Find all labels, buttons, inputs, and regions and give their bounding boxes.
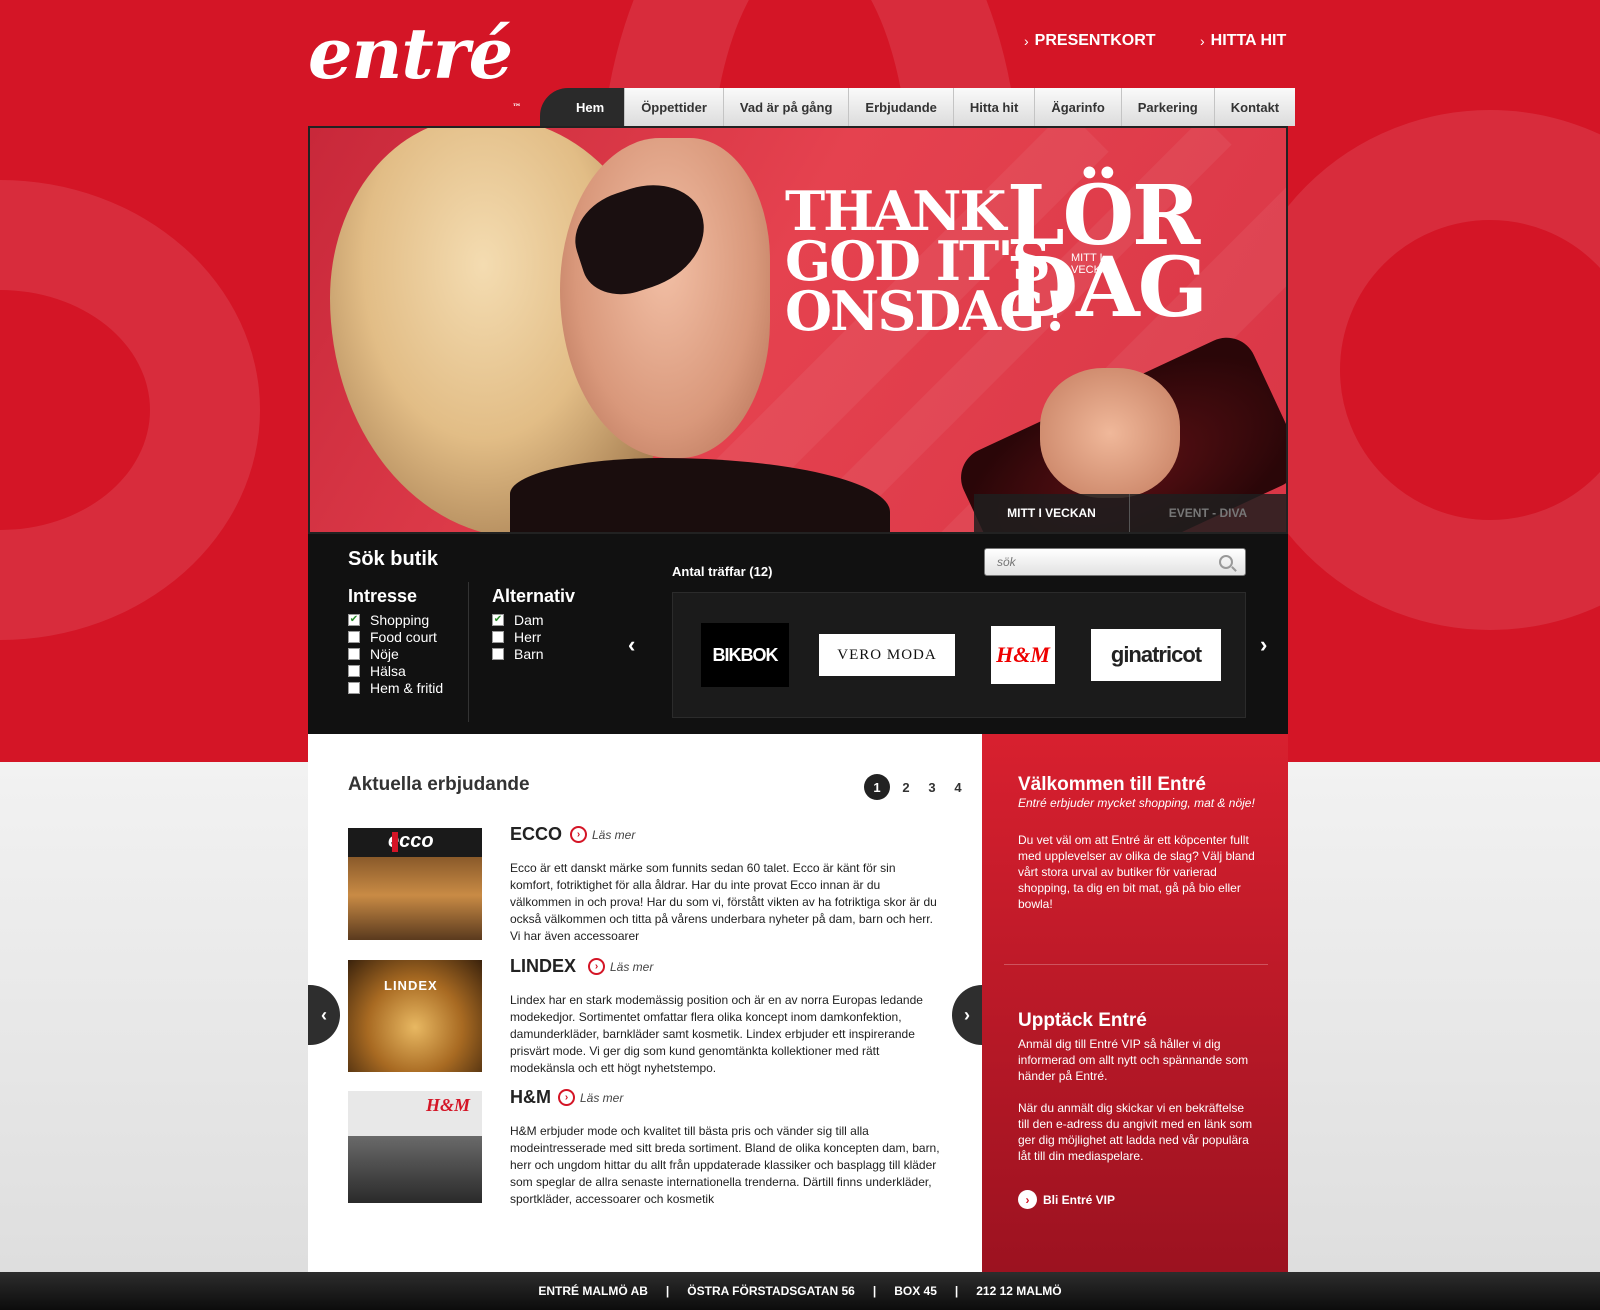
hero-banner[interactable]: THANK GOD IT'S ONSDAG! LÖR DAG MITT I VE…: [308, 126, 1288, 534]
nav-hem[interactable]: Hem: [540, 88, 626, 126]
filter-shopping[interactable]: ✔ Shopping: [348, 611, 443, 628]
filter-halsa[interactable]: Hälsa: [348, 662, 443, 679]
nav-oppettider[interactable]: Öppettider: [625, 88, 724, 126]
store-photo-ecco[interactable]: ecco: [348, 828, 482, 940]
checkbox-checked-icon[interactable]: ✔: [348, 613, 360, 626]
footer-company: ENTRÉ MALMÖ AB: [538, 1284, 648, 1298]
nav-agarinfo[interactable]: Ägarinfo: [1035, 88, 1122, 126]
brand-carousel: BIKBOK VERO MODA H&M ginatricot: [672, 592, 1246, 718]
hit-count: Antal träffar (12): [672, 564, 773, 579]
hero-tab-mitt-i-veckan[interactable]: MITT I VECKAN: [974, 494, 1130, 532]
footer-address: ÖSTRA FÖRSTADSGATAN 56: [687, 1284, 855, 1298]
offers-title: Aktuella erbjudande: [348, 774, 530, 795]
hero-tabs: MITT I VECKAN EVENT - DIVA: [974, 494, 1286, 532]
store-search-title: Sök butik: [348, 548, 439, 570]
discover-text: Anmäl dig till Entré VIP så håller vi di…: [1018, 1037, 1249, 1083]
filter-dam[interactable]: ✔ Dam: [492, 611, 575, 628]
offer-description: Lindex har en stark modemässig position …: [510, 993, 923, 1075]
filter-barn[interactable]: Barn: [492, 645, 575, 662]
discover-title: Upptäck Entré: [1018, 1010, 1147, 1031]
footer-box: BOX 45: [894, 1284, 937, 1298]
chevron-right-icon: ›: [1200, 33, 1205, 49]
hero-tab-event-diva[interactable]: EVENT - DIVA: [1130, 494, 1286, 532]
nav-erbjudande[interactable]: Erbjudande: [849, 88, 954, 126]
offer-description: Ecco är ett danskt märke som funnits sed…: [510, 861, 937, 943]
page-2[interactable]: 2: [896, 775, 916, 799]
footer: ENTRÉ MALMÖ AB | ÖSTRA FÖRSTADSGATAN 56 …: [0, 1272, 1600, 1310]
offer-name: H&M: [510, 1087, 551, 1107]
filter-noje[interactable]: Nöje: [348, 645, 443, 662]
nav-kontakt[interactable]: Kontakt: [1214, 88, 1296, 126]
arrow-circle-icon: ›: [1018, 1190, 1037, 1209]
footer-city: 212 12 MALMÖ: [976, 1284, 1062, 1298]
store-search-panel: Sök butik Intresse ✔ Shopping Food court …: [308, 534, 1288, 734]
store-photo-lindex[interactable]: LINDEX: [348, 960, 482, 1072]
page-3[interactable]: 3: [922, 775, 942, 799]
offers-pagination: 1 2 3 4: [864, 774, 968, 800]
offer-description: H&M erbjuder mode och kvalitet till bäst…: [510, 1124, 940, 1206]
offer-name: LINDEX: [510, 956, 577, 976]
arrow-circle-icon: ›: [570, 826, 587, 843]
read-more-link[interactable]: › Läs mer: [558, 1089, 623, 1106]
top-link-hitta-hit[interactable]: › HITTA HIT: [1200, 32, 1286, 50]
discover-text-2: När du anmält dig skickar vi en bekräfte…: [1018, 1101, 1253, 1163]
alternative-filter: Alternativ ✔ Dam Herr Barn: [492, 586, 576, 662]
main-navigation: Hem Öppettider Vad är på gång Erbjudande…: [540, 88, 1296, 126]
search-icon[interactable]: [1219, 555, 1233, 569]
filter-food-court[interactable]: Food court: [348, 628, 443, 645]
vip-link[interactable]: › Bli Entré VIP: [1018, 1190, 1115, 1209]
nav-vad-ar-pa-gang[interactable]: Vad är på gång: [723, 88, 850, 126]
read-more-link[interactable]: › Läs mer: [570, 826, 635, 843]
nav-hitta-hit[interactable]: Hitta hit: [953, 88, 1036, 126]
filter-herr[interactable]: Herr: [492, 628, 575, 645]
interest-filter: Intresse ✔ Shopping Food court Nöje Hälsa…: [348, 586, 444, 696]
store-search-box[interactable]: [984, 548, 1246, 576]
nav-parkering[interactable]: Parkering: [1121, 88, 1215, 126]
entre-logo[interactable]: entré™: [308, 14, 528, 114]
page-1[interactable]: 1: [864, 774, 890, 800]
brands-next-arrow[interactable]: ›: [1260, 632, 1267, 658]
brand-logo-bikbok[interactable]: BIKBOK: [701, 623, 789, 687]
brand-logo-vero-moda[interactable]: VERO MODA: [819, 634, 955, 676]
checkbox-checked-icon[interactable]: ✔: [492, 613, 504, 626]
page-4[interactable]: 4: [948, 775, 968, 799]
welcome-title: Välkommen till Entré: [1018, 774, 1206, 795]
sidebar: Välkommen till Entré Entré erbjuder myck…: [982, 734, 1288, 1272]
read-more-link[interactable]: › Läs mer: [588, 958, 653, 975]
offers-section: Aktuella erbjudande 1 2 3 4 ecco ECCO › L…: [308, 734, 982, 1272]
brand-logo-ginatricot[interactable]: ginatricot: [1091, 629, 1221, 681]
brand-logo-hm[interactable]: H&M: [991, 626, 1055, 684]
arrow-circle-icon: ›: [558, 1089, 575, 1106]
welcome-subtitle: Entré erbjuder mycket shopping, mat & nö…: [1018, 796, 1255, 810]
offer-name: ECCO: [510, 824, 563, 844]
brands-prev-arrow[interactable]: ‹: [628, 632, 635, 658]
arrow-circle-icon: ›: [588, 958, 605, 975]
filter-hem-fritid[interactable]: Hem & fritid: [348, 679, 443, 696]
search-input[interactable]: [997, 555, 1197, 569]
chevron-right-icon: ›: [1024, 33, 1029, 49]
store-photo-hm[interactable]: H&M: [348, 1091, 482, 1203]
top-link-presentkort[interactable]: › PRESENTKORT: [1024, 32, 1156, 50]
welcome-text: Du vet väl om att Entré är ett köpcenter…: [1018, 833, 1255, 911]
